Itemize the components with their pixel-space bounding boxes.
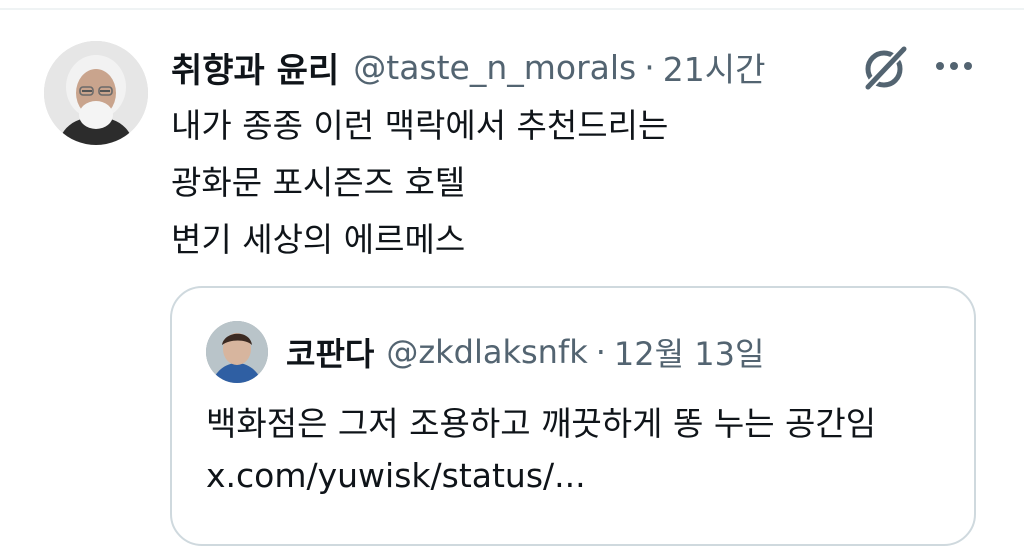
quoted-tweet-text-line: 백화점은 그저 조용하고 깨끗하게 똥 누는 공간임 [206, 404, 877, 443]
tweet-text-line: 광화문 포시즌즈 호텔 [171, 163, 466, 202]
avatar-elderly-man-image [44, 41, 148, 145]
top-divider [0, 8, 1024, 10]
tweet-text-line: 변기 세상의 에르메스 [171, 220, 466, 259]
quoted-tweet-card[interactable]: 코판다 @zkdlaksnfk · 12월 13일 백화점은 그저 조용하고 깨… [170, 286, 976, 546]
quoted-author-display-name: 코판다 [286, 335, 375, 373]
quoted-tweet-time: 12월 13일 [613, 335, 765, 373]
quoted-tweet-link[interactable]: x.com/yuwisk/status/... [206, 450, 876, 502]
author-display-name[interactable]: 취향과 윤리 [171, 43, 339, 92]
author-avatar[interactable] [44, 41, 148, 145]
quoted-tweet-header: 코판다 @zkdlaksnfk · 12월 13일 [206, 320, 764, 384]
grok-icon[interactable] [858, 42, 914, 94]
tweet-header: 취향과 윤리 @taste_n_morals · 21시간 [171, 42, 765, 92]
quoted-author-handle: @zkdlaksnfk [386, 333, 588, 371]
quoted-author-avatar [206, 321, 268, 383]
tweet-text: 내가 종종 이런 맥락에서 추천드리는 광화문 포시즌즈 호텔 변기 세상의 에… [171, 97, 668, 268]
quoted-tweet-text: 백화점은 그저 조용하고 깨끗하게 똥 누는 공간임 x.com/yuwisk/… [206, 398, 876, 502]
author-handle[interactable]: @taste_n_morals [353, 48, 636, 87]
avatar-person-image [206, 321, 268, 383]
separator-dot: · [644, 47, 655, 87]
tweet-time[interactable]: 21시간 [663, 43, 766, 91]
tweet-text-line: 내가 종종 이런 맥락에서 추천드리는 [171, 106, 669, 145]
quoted-separator-dot: · [595, 333, 606, 371]
more-icon[interactable] [932, 52, 976, 80]
